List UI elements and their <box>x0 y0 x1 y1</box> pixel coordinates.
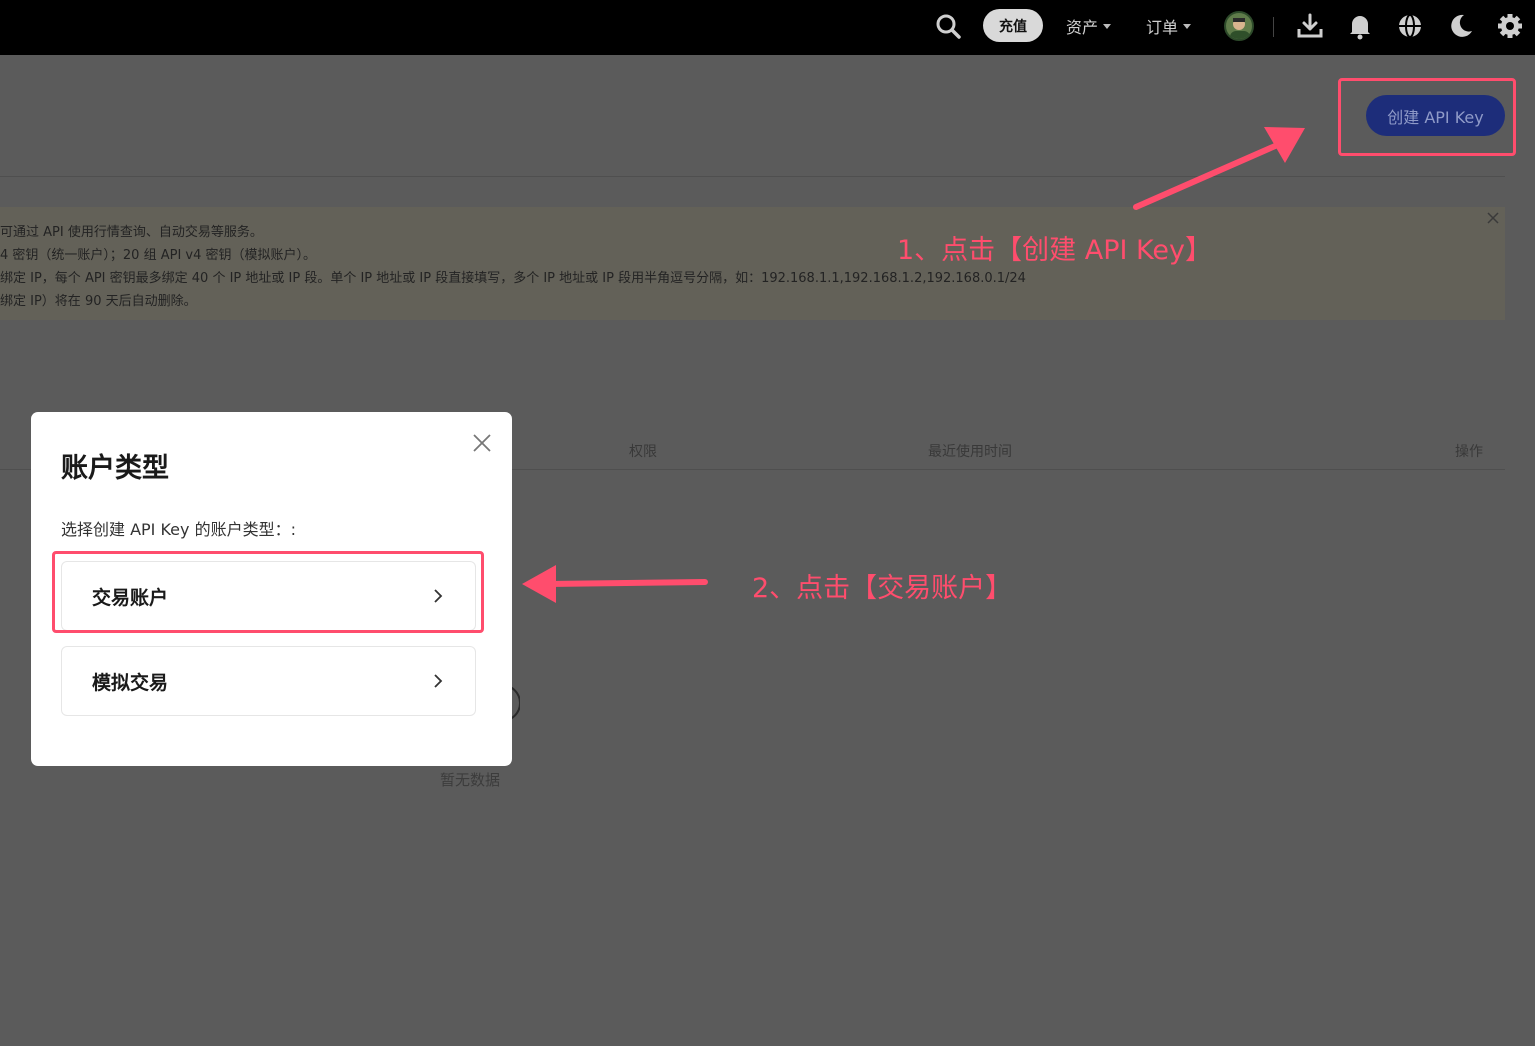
notice-line: 4 密钥（统一账户）；20 组 API v4 密钥（模拟账户）。 <box>0 248 317 263</box>
annotation-step1-text: 1、点击【创建 API Key】 <box>897 235 1213 266</box>
notice-line: 绑定 IP，每个 API 密钥最多绑定 40 个 IP 地址或 IP 段。单个 … <box>0 271 1026 286</box>
nav-divider <box>1273 17 1274 37</box>
assets-dropdown[interactable]: 资产 <box>1066 14 1112 38</box>
notice-banner: 可通过 API 使用行情查询、自动交易等服务。 4 密钥（统一账户）；20 组 … <box>0 207 1505 320</box>
avatar[interactable] <box>1224 11 1254 41</box>
section-divider <box>0 176 1505 177</box>
col-header-permissions: 权限 <box>629 444 657 460</box>
recharge-button[interactable]: 充值 <box>983 9 1043 42</box>
moon-icon[interactable] <box>1446 12 1474 40</box>
annotation-arrow-1 <box>1133 127 1305 210</box>
annotation-arrow-2 <box>522 565 708 603</box>
annotation-highlight-create-button <box>1338 78 1516 156</box>
bell-icon[interactable] <box>1346 12 1374 40</box>
annotation-step2-text: 2、点击【交易账户】 <box>752 573 1013 604</box>
annotation-highlight-trading-option <box>52 551 484 633</box>
top-nav-bar: 充值 资产 订单 <box>0 0 1535 55</box>
option-label: 模拟交易 <box>92 671 169 694</box>
col-header-last-used: 最近使用时间 <box>928 444 1012 460</box>
notice-line: 可通过 API 使用行情查询、自动交易等服务。 <box>0 225 263 240</box>
user-avatar-icon <box>1230 18 1250 39</box>
modal-title: 账户类型 <box>61 453 169 484</box>
download-icon[interactable] <box>1296 12 1324 40</box>
globe-icon[interactable] <box>1396 12 1424 40</box>
orders-dropdown[interactable]: 订单 <box>1146 14 1192 38</box>
close-icon[interactable] <box>472 433 492 453</box>
notice-line: 绑定 IP）将在 90 天后自动删除。 <box>0 294 197 309</box>
caret-down-icon <box>1103 23 1112 29</box>
caret-down-icon <box>1183 23 1192 29</box>
chevron-right-icon <box>434 674 443 688</box>
col-header-actions: 操作 <box>1455 444 1483 460</box>
empty-state-text: 暂无数据 <box>440 771 501 789</box>
orders-label: 订单 <box>1146 18 1179 37</box>
option-demo-trading[interactable]: 模拟交易 <box>61 646 476 716</box>
notice-close-icon[interactable] <box>1487 212 1499 224</box>
gear-icon[interactable] <box>1496 12 1524 40</box>
search-icon[interactable] <box>934 12 962 40</box>
assets-label: 资产 <box>1066 18 1099 37</box>
modal-subtitle: 选择创建 API Key 的账户类型：: <box>61 520 296 539</box>
